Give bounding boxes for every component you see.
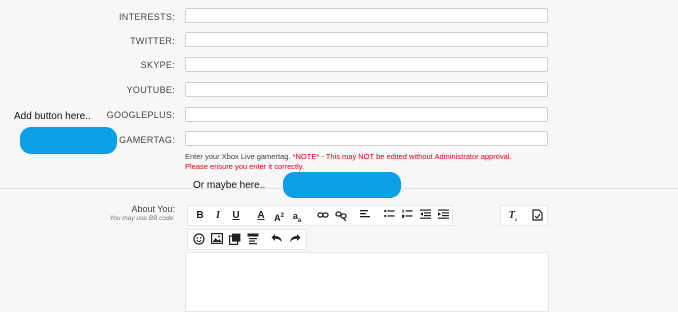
interests-label: INTERESTS: xyxy=(118,12,175,22)
remove-format-button[interactable]: Tx xyxy=(506,209,520,223)
source-mode-icon[interactable] xyxy=(530,209,544,223)
gamertag-input[interactable] xyxy=(185,131,548,146)
underline-button[interactable]: U xyxy=(229,209,243,223)
italic-button[interactable]: I xyxy=(211,209,225,223)
image-icon[interactable] xyxy=(210,233,224,247)
bulleted-list-icon[interactable] xyxy=(382,209,396,223)
gamertag-hint-text: Enter your Xbox Live gamertag. xyxy=(185,152,291,161)
unlink-icon[interactable] xyxy=(334,209,348,223)
undo-icon[interactable] xyxy=(270,233,284,247)
editor-toolbar-row2 xyxy=(187,229,307,250)
font-color-button[interactable]: A xyxy=(254,209,268,223)
about-label: About You: xyxy=(131,204,175,214)
font-family-button[interactable]: aa xyxy=(290,209,304,224)
about-hint: You may use BB code. xyxy=(109,215,175,222)
gamertag-hint: Enter your Xbox Live gamertag. *NOTE* - … xyxy=(185,152,512,161)
skype-input[interactable] xyxy=(185,57,548,72)
or-maybe-annotation: Or maybe here.. xyxy=(193,180,266,191)
redo-icon[interactable] xyxy=(288,233,302,247)
editor-toolbar-row1: B I U A A2 aa xyxy=(187,205,453,226)
media-icon[interactable] xyxy=(228,233,242,247)
about-you-editor[interactable] xyxy=(185,252,549,312)
indent-icon[interactable] xyxy=(436,209,450,223)
smiley-icon[interactable] xyxy=(192,233,206,247)
twitter-label: TWITTER: xyxy=(130,36,175,46)
code-block-icon[interactable] xyxy=(246,233,260,247)
skype-label: SKYPE: xyxy=(140,60,175,70)
youtube-label: YOUTUBE: xyxy=(126,85,175,95)
numbered-list-icon[interactable] xyxy=(400,209,414,223)
youtube-input[interactable] xyxy=(185,82,548,97)
gamertag-warning-line1: *NOTE* - This may NOT be edited without … xyxy=(292,152,512,161)
outdent-icon[interactable] xyxy=(418,209,432,223)
interests-input[interactable] xyxy=(185,8,548,23)
gamertag-warning-line2: Please ensure you enter it correctly. xyxy=(185,162,305,171)
link-icon[interactable] xyxy=(316,209,330,223)
add-button-annotation: Add button here.. xyxy=(14,111,91,122)
font-size-button[interactable]: A2 xyxy=(272,209,286,223)
align-left-icon[interactable] xyxy=(358,209,372,223)
gamertag-hint-line2: Please ensure you enter it correctly. xyxy=(185,162,304,171)
twitter-input[interactable] xyxy=(185,32,548,47)
bold-button[interactable]: B xyxy=(193,209,207,223)
redacted-button-placeholder-1 xyxy=(20,127,117,154)
editor-toolbar-right: Tx xyxy=(500,205,548,226)
googleplus-input[interactable] xyxy=(185,107,548,122)
redacted-button-placeholder-2 xyxy=(283,172,401,198)
